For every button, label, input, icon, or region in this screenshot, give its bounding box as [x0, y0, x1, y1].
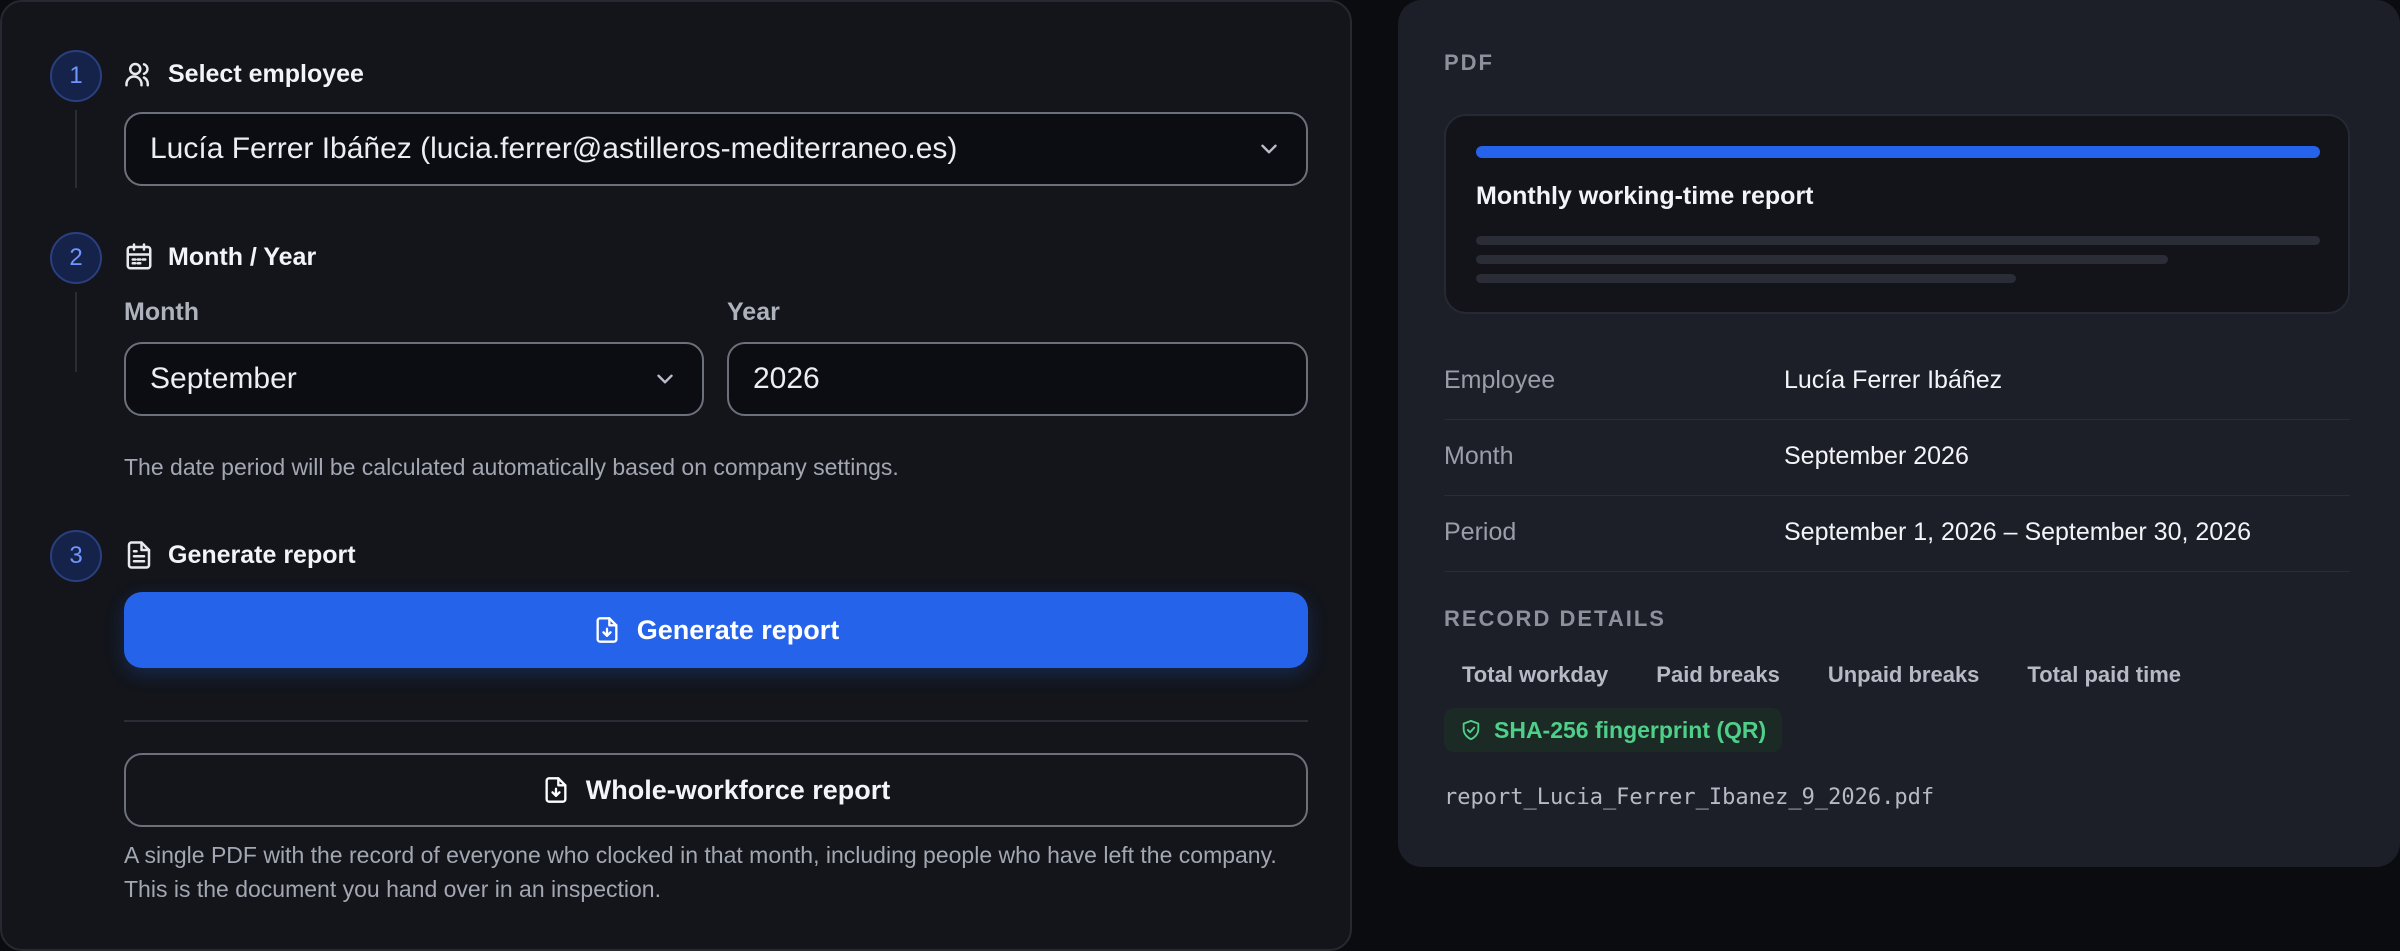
- step-2-badge: 2: [50, 232, 102, 284]
- preview-section-label: PDF: [1444, 50, 1494, 75]
- period-help-text: The date period will be calculated autom…: [124, 454, 899, 480]
- record-details-chips: Total workday Paid breaks Unpaid breaks …: [1444, 656, 2200, 694]
- info-value: September 2026: [1784, 442, 1969, 470]
- pdf-thumbnail: Monthly working-time report: [1444, 114, 2350, 314]
- year-input[interactable]: 2026: [727, 342, 1308, 416]
- placeholder-line: [1476, 255, 2168, 264]
- pdf-preview-panel: PDF Monthly working-time report Employee…: [1398, 0, 2400, 867]
- step-3-badge: 3: [50, 530, 102, 582]
- divider: [124, 720, 1308, 722]
- step-1-badge: 1: [50, 50, 102, 102]
- info-row-employee: Employee Lucía Ferrer Ibáñez: [1444, 344, 2350, 420]
- info-key: Period: [1444, 518, 1517, 546]
- workforce-help-text: A single PDF with the record of everyone…: [124, 842, 1277, 902]
- step-1-heading: Select employee: [124, 54, 364, 94]
- info-key: Month: [1444, 442, 1514, 470]
- info-row-month: Month September 2026: [1444, 420, 2350, 496]
- step-connector: [75, 292, 77, 372]
- file-download-icon: [596, 617, 618, 643]
- file-text-icon: [127, 541, 151, 569]
- detail-chip: Paid breaks: [1638, 656, 1798, 694]
- whole-workforce-report-button[interactable]: Whole-workforce report: [124, 753, 1308, 827]
- pdf-filename: report_Lucia_Ferrer_Ibanez_9_2026.pdf: [1444, 785, 1935, 810]
- generate-report-label: Generate report: [636, 614, 840, 645]
- placeholder-line: [1476, 236, 2320, 245]
- fingerprint-label: SHA-256 fingerprint (QR): [1494, 716, 1767, 743]
- pdf-header-bar: [1476, 146, 2320, 158]
- pdf-card-title: Monthly working-time report: [1476, 182, 1814, 210]
- users-icon: [125, 62, 150, 87]
- info-key: Employee: [1444, 366, 1556, 394]
- report-form-panel: 1 Select employee Lucía Ferrer Ibáñez (l…: [0, 0, 1352, 951]
- calendar-icon: [126, 243, 152, 270]
- month-select-value: September: [150, 362, 297, 395]
- generate-report-button[interactable]: Generate report: [124, 592, 1308, 668]
- record-details-label: RECORD DETAILS: [1444, 606, 1666, 631]
- file-download-icon: [545, 777, 567, 803]
- info-row-period: Period September 1, 2026 – September 30,…: [1444, 496, 2350, 572]
- step-3-heading: Generate report: [124, 535, 356, 575]
- shield-check-icon: [1462, 719, 1480, 741]
- employee-select-value: Lucía Ferrer Ibáñez (lucia.ferrer@astill…: [150, 132, 958, 165]
- detail-chip: Unpaid breaks: [1809, 656, 1998, 694]
- whole-workforce-report-label: Whole-workforce report: [585, 774, 891, 805]
- detail-chip: Total workday: [1444, 656, 1627, 694]
- step-2-heading: Month / Year: [124, 237, 316, 277]
- step-2-title: Month / Year: [168, 242, 317, 271]
- detail-chip: Total paid time: [2009, 656, 2200, 694]
- step-3-title: Generate report: [168, 540, 356, 569]
- month-select[interactable]: September: [124, 342, 704, 416]
- info-value: September 1, 2026 – September 30, 2026: [1784, 518, 2251, 546]
- year-input-value: 2026: [753, 362, 820, 395]
- fingerprint-badge: SHA-256 fingerprint (QR): [1444, 708, 1783, 752]
- info-value: Lucía Ferrer Ibáñez: [1784, 366, 2003, 394]
- chevron-down-icon: [1261, 144, 1277, 154]
- month-label: Month: [124, 298, 199, 326]
- year-label: Year: [727, 298, 780, 326]
- step-1-title: Select employee: [168, 59, 364, 88]
- employee-select[interactable]: Lucía Ferrer Ibáñez (lucia.ferrer@astill…: [124, 112, 1308, 186]
- placeholder-line: [1476, 274, 2016, 283]
- chevron-down-icon: [657, 374, 673, 384]
- step-connector: [75, 110, 77, 188]
